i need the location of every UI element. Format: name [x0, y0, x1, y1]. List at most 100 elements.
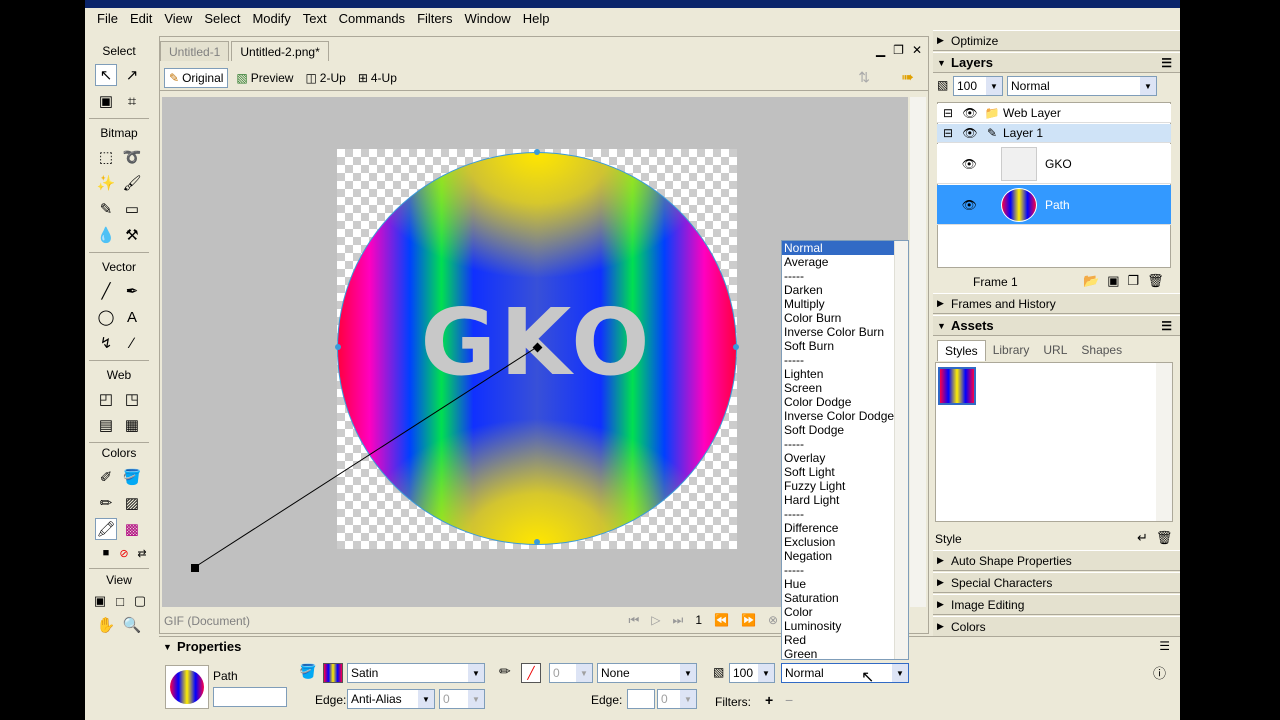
- blend-option[interactable]: Soft Dodge: [782, 423, 908, 437]
- zoom-tool-icon[interactable]: 🔍: [121, 614, 143, 636]
- new-sublayer-icon[interactable]: 📂: [1083, 273, 1099, 289]
- style-swatch[interactable]: [938, 367, 976, 405]
- pencil-icon[interactable]: ✎: [981, 126, 1003, 140]
- blend-option[interactable]: Screen: [782, 381, 908, 395]
- blend-option[interactable]: Negation: [782, 549, 908, 563]
- object-opacity-field[interactable]: 100 ▼: [729, 663, 775, 683]
- knife-tool-icon[interactable]: ∕: [121, 332, 143, 354]
- blend-option[interactable]: Inverse Color Burn: [782, 325, 908, 339]
- blend-option[interactable]: Red: [782, 633, 908, 647]
- blend-option[interactable]: Soft Burn: [782, 339, 908, 353]
- new-layer-icon[interactable]: ▣: [1107, 273, 1119, 289]
- minimize-icon[interactable]: ▁: [876, 43, 885, 57]
- ellipse-tool-icon[interactable]: ◯: [95, 306, 117, 328]
- freeform-tool-icon[interactable]: ↯: [95, 332, 117, 354]
- tab-url[interactable]: URL: [1036, 340, 1074, 361]
- stroke-swatch[interactable]: ╱: [521, 663, 541, 683]
- hotspot-tool-icon[interactable]: ◰: [95, 388, 117, 410]
- stroke-pencil-icon[interactable]: ✏: [499, 663, 511, 680]
- assets-panel-header[interactable]: ▼ Assets ☰: [933, 315, 1180, 336]
- blend-option[interactable]: Average: [782, 255, 908, 269]
- blend-option[interactable]: Normal: [782, 241, 908, 255]
- fill-edge-select[interactable]: Anti-Alias ▼: [347, 689, 435, 709]
- crop-tool-icon[interactable]: ⌗: [121, 90, 143, 112]
- tab-library[interactable]: Library: [986, 340, 1037, 361]
- eye-icon[interactable]: 👁: [937, 198, 981, 212]
- menu-select[interactable]: Select: [198, 11, 246, 26]
- menu-window[interactable]: Window: [458, 11, 516, 26]
- stroke-type-select[interactable]: None ▼: [597, 663, 697, 683]
- tab-untitled-2[interactable]: Untitled-2.png*: [231, 41, 329, 61]
- panel-options-icon[interactable]: ☰: [1159, 639, 1170, 653]
- menu-file[interactable]: File: [91, 11, 124, 26]
- layer-row-layer1[interactable]: ⊟ 👁 ✎ Layer 1: [937, 124, 1171, 143]
- dropdown-scrollbar[interactable]: [894, 241, 908, 659]
- view-4up-button[interactable]: ⊞ 4-Up: [354, 68, 401, 88]
- text-tool-icon[interactable]: A: [121, 306, 143, 328]
- blend-option[interactable]: Luminosity: [782, 619, 908, 633]
- marquee-tool-icon[interactable]: ⬚: [95, 146, 117, 168]
- help-icon[interactable]: ⓘ: [1153, 663, 1166, 682]
- rubber-stamp-icon[interactable]: ⚒: [121, 224, 143, 246]
- play-icon[interactable]: ▷: [651, 613, 660, 628]
- eye-icon[interactable]: 👁: [937, 157, 981, 171]
- menu-filters[interactable]: Filters: [411, 11, 458, 26]
- delete-style-icon[interactable]: 🗑: [1156, 530, 1173, 546]
- frames-history-header[interactable]: ▶ Frames and History: [933, 293, 1180, 314]
- full-screen-icon[interactable]: ▢: [129, 590, 151, 612]
- blend-option[interactable]: Hue: [782, 577, 908, 591]
- hide-slices-icon[interactable]: ▤: [95, 414, 117, 436]
- paint-bucket-icon[interactable]: 🪣: [121, 466, 143, 488]
- fill-color-icon[interactable]: 🖍: [95, 518, 117, 540]
- blend-option[interactable]: Overlay: [782, 451, 908, 465]
- add-filter-icon[interactable]: +: [765, 692, 773, 708]
- blend-option[interactable]: Soft Light: [782, 465, 908, 479]
- menu-edit[interactable]: Edit: [124, 11, 158, 26]
- full-screen-menu-icon[interactable]: □: [109, 590, 131, 612]
- panel-options-icon[interactable]: ☰: [1161, 319, 1172, 333]
- eye-icon[interactable]: 👁: [959, 126, 981, 140]
- last-frame-icon[interactable]: ⏭: [673, 613, 684, 628]
- blend-option[interactable]: Hard Light: [782, 493, 908, 507]
- scale-tool-icon[interactable]: ▣: [95, 90, 117, 112]
- next-frame-icon[interactable]: ⏩: [741, 613, 756, 628]
- stroke-size-field[interactable]: 0 ▼: [549, 663, 593, 683]
- layer-opacity-field[interactable]: 100 ▼: [953, 76, 1003, 96]
- fill-swatch[interactable]: [323, 663, 343, 683]
- image-editing-header[interactable]: ▶ Image Editing: [933, 594, 1180, 615]
- pointer-tool-icon[interactable]: ↖: [95, 64, 117, 86]
- fill-type-select[interactable]: Satin ▼: [347, 663, 485, 683]
- export-icon[interactable]: ⇅: [858, 69, 870, 86]
- blend-option[interactable]: Color Dodge: [782, 395, 908, 409]
- eraser-tool-icon[interactable]: ▭: [121, 198, 143, 220]
- blend-option[interactable]: Green: [782, 647, 908, 659]
- pencil-tool-icon[interactable]: ✎: [95, 198, 117, 220]
- remove-filter-icon[interactable]: −: [785, 692, 793, 708]
- standard-screen-icon[interactable]: ▣: [89, 590, 111, 612]
- tab-styles[interactable]: Styles: [937, 340, 986, 361]
- fill-edge-amount[interactable]: 0 ▼: [439, 689, 485, 709]
- optimize-panel-header[interactable]: ▶ Optimize: [933, 30, 1180, 51]
- stroke-swatch-icon[interactable]: ▨: [121, 492, 143, 514]
- blend-option[interactable]: Saturation: [782, 591, 908, 605]
- colors-panel-header[interactable]: ▶ Colors: [933, 616, 1180, 637]
- fill-swatch-icon[interactable]: ▩: [121, 518, 143, 540]
- blend-option[interactable]: Color Burn: [782, 311, 908, 325]
- first-frame-icon[interactable]: ⏮: [628, 613, 639, 628]
- layer-blend-select[interactable]: Normal ▼: [1007, 76, 1157, 96]
- show-slices-icon[interactable]: ▦: [121, 414, 143, 436]
- blend-option[interactable]: Fuzzy Light: [782, 479, 908, 493]
- menu-commands[interactable]: Commands: [333, 11, 411, 26]
- layer-row-gko[interactable]: 👁 GKO: [937, 144, 1171, 184]
- collapse-icon[interactable]: ⊟: [937, 126, 959, 140]
- stop-icon[interactable]: ⊗: [768, 613, 778, 628]
- eyedropper-tool-icon[interactable]: ✐: [95, 466, 117, 488]
- magic-wand-icon[interactable]: ✨: [95, 172, 117, 194]
- blend-option[interactable]: Inverse Color Dodge: [782, 409, 908, 423]
- pen-tool-icon[interactable]: ✒: [121, 280, 143, 302]
- layer-row-path[interactable]: 👁 Path: [937, 185, 1171, 225]
- special-characters-header[interactable]: ▶ Special Characters: [933, 572, 1180, 593]
- prev-frame-icon[interactable]: ⏪: [714, 613, 729, 628]
- blend-option[interactable]: Multiply: [782, 297, 908, 311]
- stroke-edge-amount[interactable]: 0 ▼: [657, 689, 697, 709]
